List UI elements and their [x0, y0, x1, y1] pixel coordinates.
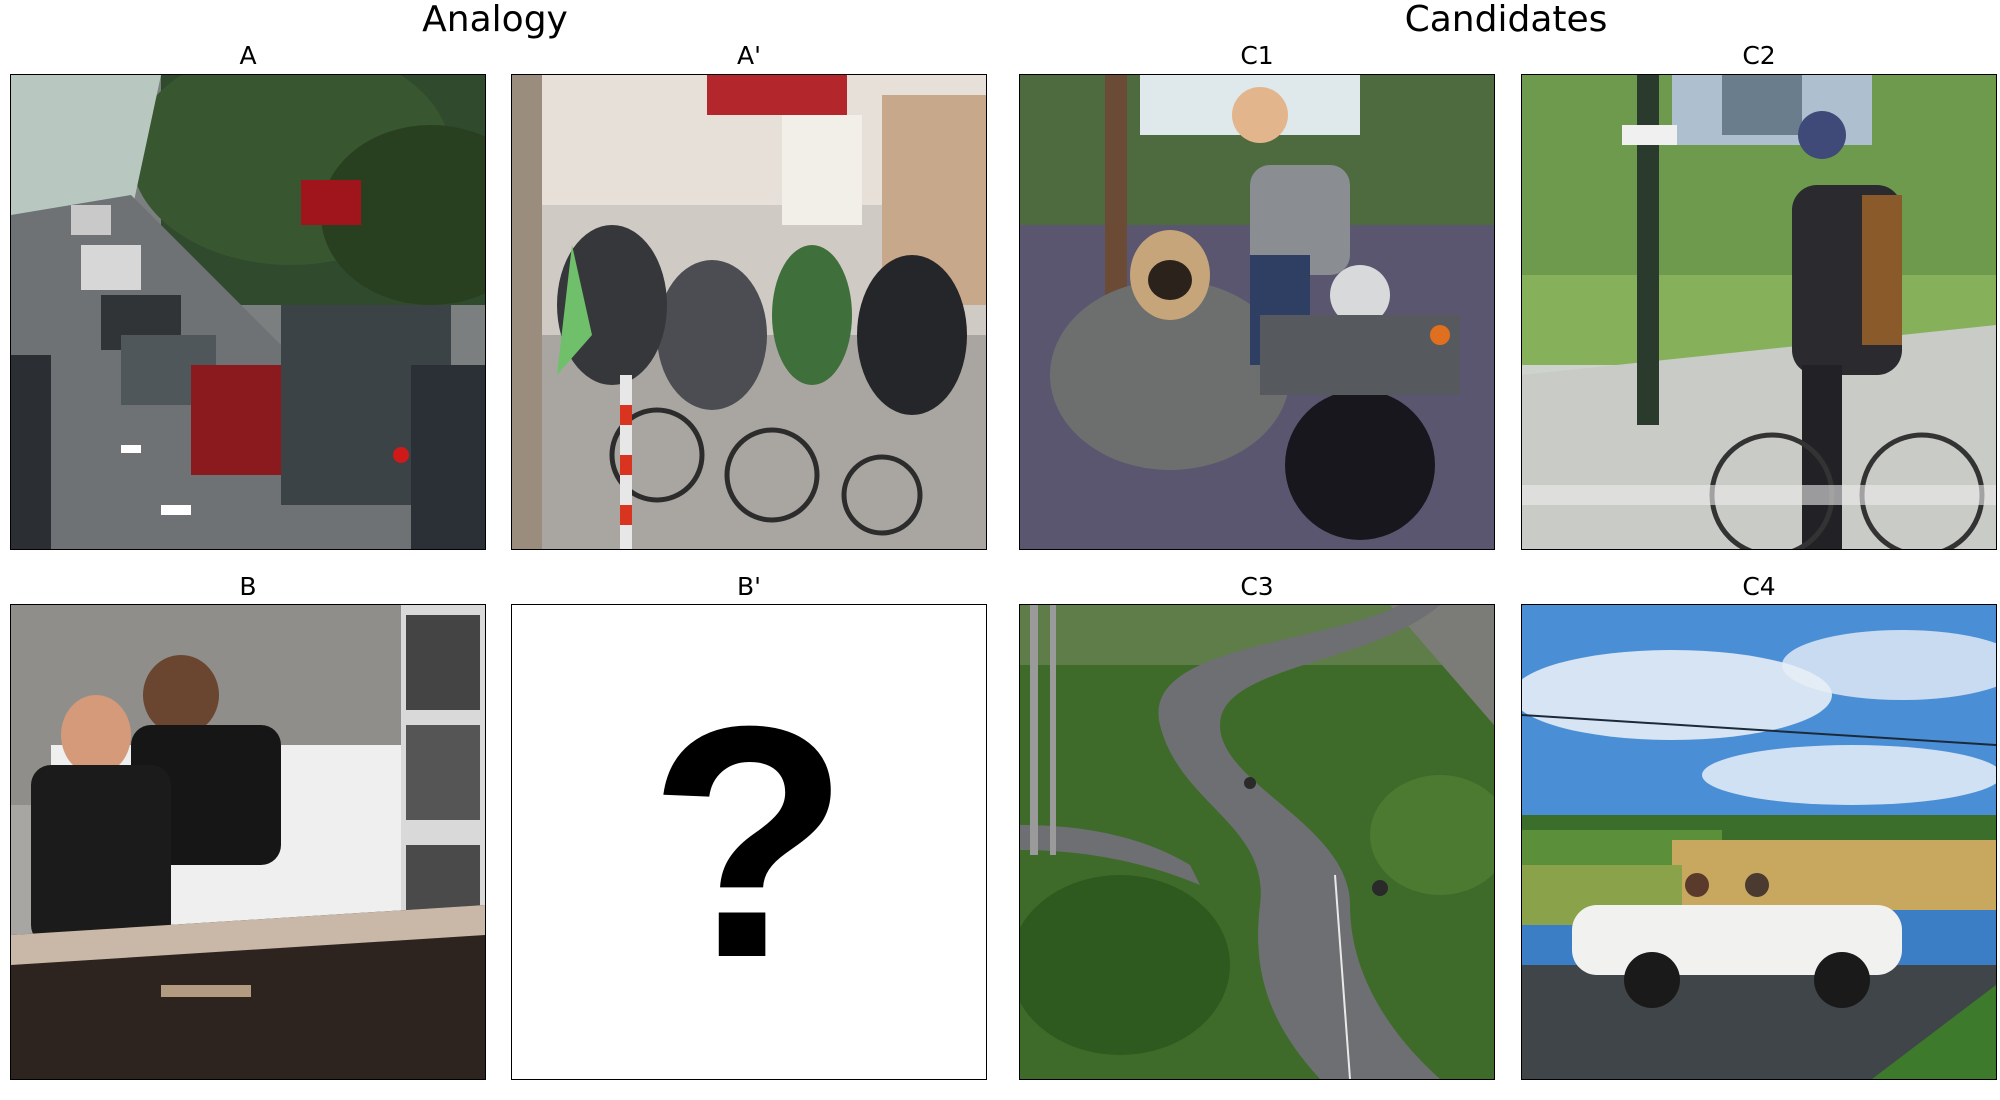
- question-mark: ?: [648, 657, 850, 1026]
- label-a: A: [239, 41, 257, 70]
- label-a-prime: A': [737, 41, 761, 70]
- label-b-prime: B': [736, 572, 762, 601]
- label-c3: C3: [1240, 572, 1274, 601]
- image-c2-bicycle-suit: [1521, 74, 1997, 550]
- image-c1-motorcycle-pug: [1019, 74, 1495, 550]
- image-b-convertible-men: [10, 604, 486, 1080]
- analogy-title: Analogy: [422, 0, 568, 40]
- image-a-traffic-jam: [10, 74, 486, 550]
- image-c4-white-convertible: [1521, 604, 1997, 1080]
- label-c1: C1: [1240, 41, 1274, 70]
- image-a-prime-cyclists: [511, 74, 987, 550]
- image-b-prime-placeholder: ?: [511, 604, 987, 1080]
- label-b: B: [239, 572, 257, 601]
- image-c3-winding-path: [1019, 604, 1495, 1080]
- candidates-title: Candidates: [1404, 0, 1608, 40]
- label-c4: C4: [1742, 572, 1776, 601]
- label-c2: C2: [1742, 41, 1776, 70]
